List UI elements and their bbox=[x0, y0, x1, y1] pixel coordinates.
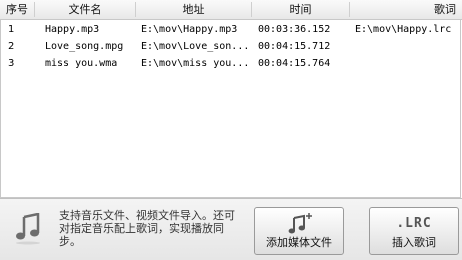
row-path: E:\mov\Love_son... bbox=[141, 41, 250, 52]
row-time: 00:04:15.764 bbox=[258, 58, 331, 69]
row-filename: miss you.wma bbox=[45, 58, 118, 69]
row-path: E:\mov\Happy.mp3 bbox=[141, 24, 238, 35]
col-header-index[interactable]: 序号 bbox=[0, 0, 34, 19]
row-lyrics bbox=[355, 55, 460, 72]
row-index: 2 bbox=[8, 41, 15, 52]
row-index: 3 bbox=[8, 58, 15, 69]
insert-lyrics-button[interactable]: .LRC 插入歌词 bbox=[369, 207, 459, 255]
add-media-label: 添加媒体文件 bbox=[266, 236, 332, 249]
row-time: 00:04:15.712 bbox=[258, 41, 331, 52]
table-row[interactable]: 1 Happy.mp3 E:\mov\Happy.mp3 00:03:36.15… bbox=[0, 21, 462, 38]
add-media-button[interactable]: 添加媒体文件 bbox=[254, 207, 344, 255]
bottom-panel: 支持音乐文件、视频文件导入。还可对指定音乐配上歌词，实现播放同步。 添加媒体文件… bbox=[0, 198, 462, 260]
info-text: 支持音乐文件、视频文件导入。还可对指定音乐配上歌词，实现播放同步。 bbox=[59, 209, 235, 248]
col-header-lyrics[interactable]: 歌词 bbox=[350, 0, 462, 19]
table-row[interactable]: 3 miss you.wma E:\mov\miss you... 00:04:… bbox=[0, 55, 462, 72]
col-header-filename[interactable]: 文件名 bbox=[35, 0, 135, 19]
col-header-path[interactable]: 地址 bbox=[136, 0, 251, 19]
row-lyrics bbox=[355, 38, 460, 55]
row-filename: Happy.mp3 bbox=[45, 24, 100, 35]
music-note-icon bbox=[16, 213, 40, 245]
table-header: 序号 文件名 地址 时间 歌词 bbox=[0, 0, 462, 20]
lrc-icon: .LRC bbox=[396, 216, 432, 231]
row-lyrics: E:\mov\Happy.lrc bbox=[355, 24, 452, 35]
music-note-plus-icon bbox=[288, 213, 312, 234]
row-path: E:\mov\miss you... bbox=[141, 58, 250, 69]
row-filename: Love_song.mpg bbox=[45, 41, 124, 52]
row-time: 00:03:36.152 bbox=[258, 24, 331, 35]
table-row[interactable]: 2 Love_song.mpg E:\mov\Love_son... 00:04… bbox=[0, 38, 462, 55]
row-index: 1 bbox=[8, 24, 15, 35]
insert-lyrics-label: 插入歌词 bbox=[392, 236, 436, 249]
col-header-time[interactable]: 时间 bbox=[252, 0, 349, 19]
